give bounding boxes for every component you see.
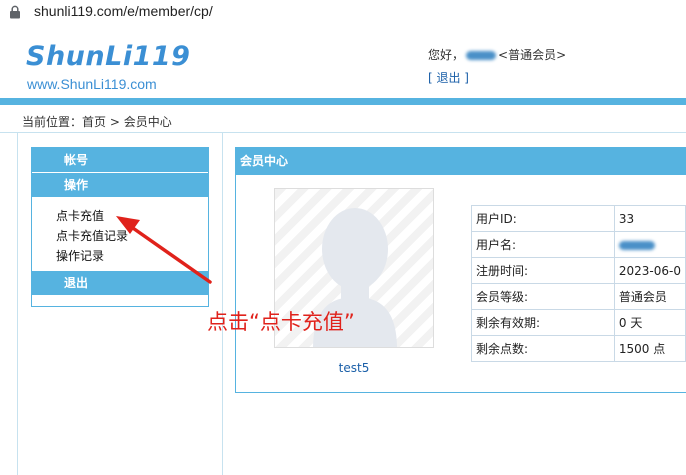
annotation-text: 点击“点卡充值”: [207, 310, 355, 334]
annotation-arrow-icon: [116, 216, 212, 284]
